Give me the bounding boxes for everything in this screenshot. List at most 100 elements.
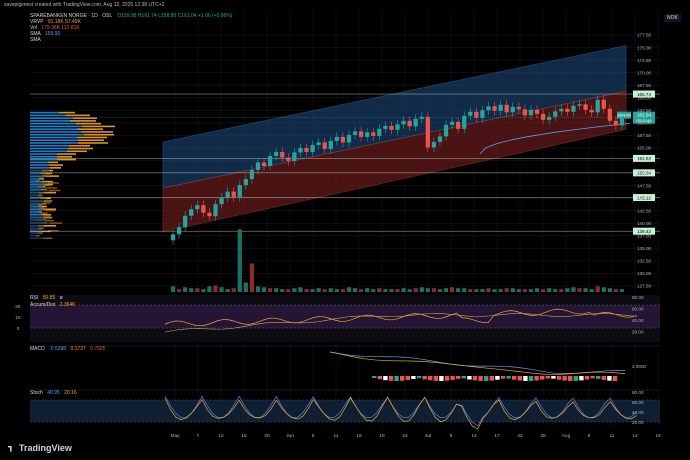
- vp-bar-down: [48, 162, 58, 164]
- rsi-pane[interactable]: 80.00 60.00 40.00 20.00 2K 1K 0: [15, 295, 660, 342]
- vp-bar-low: [30, 235, 36, 236]
- price-tick: 177.50: [637, 33, 651, 38]
- volume-bar: [189, 288, 193, 292]
- macd-histogram-bar: [540, 376, 544, 380]
- candle-body: [383, 126, 387, 129]
- volume-bar: [571, 287, 575, 292]
- ad-legend[interactable]: Accum/Dist 2.364K: [30, 302, 76, 308]
- macd-legend[interactable]: MACD -0.5298 0.1727 0.7025: [30, 346, 105, 352]
- candle-body: [535, 110, 539, 114]
- candle-body: [608, 109, 612, 121]
- rsi-tick: 60.00: [632, 307, 644, 312]
- macd-histogram-bar: [411, 376, 415, 379]
- stoch-legend[interactable]: Stoch 40.95 20.16: [30, 390, 77, 396]
- volume-bar: [492, 289, 496, 292]
- candle-body: [420, 117, 424, 119]
- vp-bar-up: [30, 162, 48, 164]
- tradingview-mark-icon: [8, 446, 16, 452]
- volume-bar: [420, 287, 424, 292]
- macd-histogram-bar: [551, 376, 555, 379]
- time-tick: 22: [517, 433, 523, 439]
- macd-histogram-bar: [546, 376, 550, 378]
- vp-bar-up: [30, 112, 59, 114]
- vp-bar-down: [78, 142, 108, 144]
- legend-row-sma2[interactable]: SMA: [30, 37, 41, 43]
- price-tick: 147.50: [637, 183, 651, 188]
- macd-histogram-bar: [422, 376, 426, 379]
- vp-bar-up: [30, 123, 76, 125]
- price-tick: 152.50: [637, 158, 651, 163]
- candle-body: [298, 148, 302, 153]
- macd-histogram-bar: [389, 376, 393, 381]
- vp-bar-up: [30, 115, 66, 117]
- vp-bar-low: [30, 217, 43, 218]
- candle-body: [286, 157, 290, 161]
- vp-bar-low-b: [39, 192, 44, 193]
- rsi-legend[interactable]: RSI 50.85 ø: [30, 295, 63, 301]
- stoch-tick: 80.00: [632, 390, 644, 395]
- volume-bar: [280, 289, 284, 292]
- volume-bar: [401, 288, 405, 292]
- macd-histogram-bar: [445, 376, 449, 381]
- candle-body: [317, 142, 321, 145]
- candle-body: [274, 152, 278, 156]
- candle-body: [177, 227, 181, 234]
- tradingview-brand: TradingView: [19, 443, 72, 453]
- candle-body: [341, 137, 345, 143]
- time-tick: 12: [218, 433, 224, 439]
- vp-bar-down: [59, 112, 75, 114]
- candle-body: [347, 135, 351, 143]
- candle-body: [232, 192, 236, 198]
- volume-bar: [207, 286, 211, 292]
- price-tick: 130.00: [637, 271, 651, 276]
- price-tick: 142.50: [637, 208, 651, 213]
- price-axis[interactable]: 177.50 175.00 172.50 170.00 167.50 165.00 162.…: [637, 33, 651, 289]
- macd-histogram-bar: [478, 376, 482, 381]
- time-tick: 15: [241, 433, 247, 439]
- volume-bar: [602, 287, 606, 292]
- vp-bar-low: [30, 215, 43, 216]
- time-tick: May: [170, 433, 180, 439]
- macd-histogram-bar: [428, 376, 432, 380]
- volume-bar: [329, 288, 333, 292]
- candle-body: [365, 132, 369, 137]
- macd-value-2: 0.1727: [70, 346, 85, 352]
- volume-bar: [395, 289, 399, 292]
- vp-bar-low-b: [42, 170, 49, 171]
- volume-bar: [286, 289, 290, 292]
- vp-bar-down: [57, 156, 72, 158]
- macd-histogram-bar: [372, 376, 376, 378]
- macd-histogram-bar: [484, 376, 488, 381]
- volume-bar: [201, 289, 205, 292]
- tradingview-logo[interactable]: TradingView: [8, 443, 72, 453]
- vp-bar-down: [44, 225, 56, 227]
- volume-bar: [317, 288, 321, 292]
- volume-bar: [468, 289, 472, 292]
- ad-value: 2.364K: [60, 302, 76, 308]
- macd-histogram-bar: [574, 376, 578, 381]
- ohlc-values: O159.98 H161.74 L158.80 C161.04 +1.06 (+…: [117, 13, 232, 19]
- macd-histogram-bar: [383, 376, 387, 380]
- vp-bar-low-b: [39, 227, 44, 228]
- candle-body: [620, 118, 624, 126]
- macd-histogram-bar: [456, 376, 460, 379]
- price-tick: 165.00: [637, 95, 651, 100]
- candle-body: [444, 125, 448, 137]
- time-tick: 25: [540, 433, 546, 439]
- time-tick: 11: [610, 433, 615, 439]
- vp-bar-low-b: [38, 232, 43, 233]
- price-tick: 145.00: [637, 196, 651, 201]
- candle-body: [329, 141, 333, 149]
- vp-bar-down: [69, 145, 90, 147]
- vp-bar-low: [30, 210, 46, 211]
- macd-histogram-bar: [495, 376, 499, 380]
- candle-body: [468, 112, 472, 116]
- volume-bar: [547, 288, 551, 292]
- macd-histogram-bar: [378, 376, 382, 379]
- currency-label[interactable]: NOK: [664, 14, 681, 22]
- trading-chart[interactable]: 165.74152.92150.04145.12138.42 SBNOR 161.…: [0, 0, 690, 460]
- candle-body: [602, 100, 606, 109]
- macd-histogram-bar: [523, 376, 527, 381]
- volume-bar: [414, 288, 418, 292]
- candle-body: [486, 106, 490, 110]
